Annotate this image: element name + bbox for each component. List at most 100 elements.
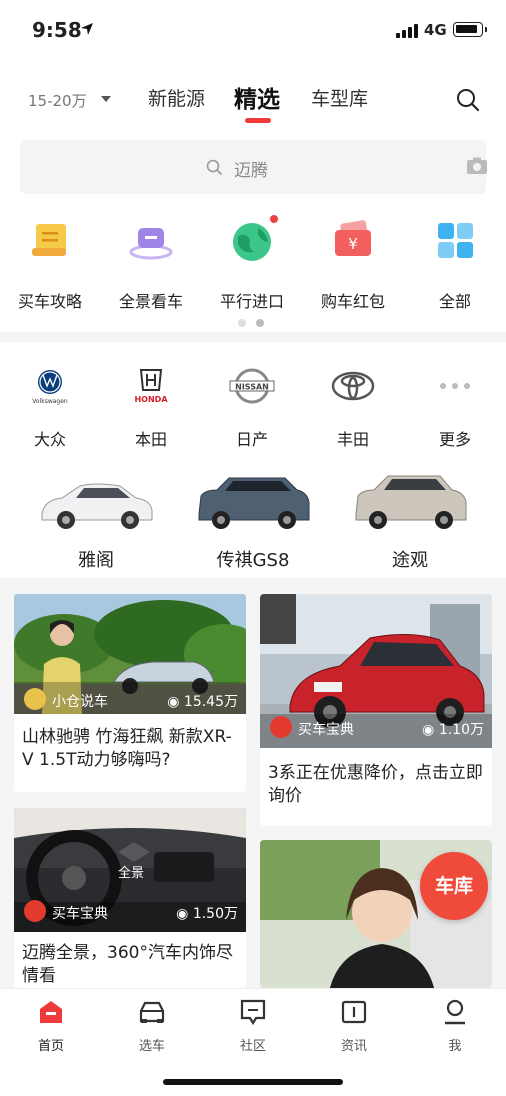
price-filter[interactable]: 15-20万 [28,90,87,111]
network-type: 4G [424,21,447,39]
panorama-badge: 全景 [110,862,150,892]
quick-entry-panorama[interactable]: 全景看车 [101,218,201,312]
tab-new-energy[interactable]: 新能源 [148,84,205,111]
tab-label: 首页 [37,1039,64,1054]
signal-icon [396,24,420,38]
caret-down-icon[interactable] [101,96,111,102]
page-indicator [238,312,274,331]
brand-more[interactable]: 更多 [405,366,505,450]
quick-entry-label: 买车攻略 [17,292,82,311]
car-image [173,470,333,534]
svg-text:HONDA: HONDA [134,395,168,404]
card-views-count: 15.45万 [183,694,238,710]
active-tab-indicator [245,118,271,123]
chat-bubble-icon [240,999,266,1026]
card-views: ◉ 15.45万 [167,691,238,711]
brand-label: 本田 [134,430,167,449]
location-arrow-icon [81,23,93,35]
tab-label: 选车 [138,1039,165,1054]
card-views: ◉ 1.10万 [422,719,484,739]
feed-card[interactable]: 小仓说车 ◉ 15.45万 山林驰骋 竹海狂飙 新款XR-V 1.5T动力够嗨吗… [14,594,246,792]
tab-featured[interactable]: 精选 [234,80,280,114]
tab-news[interactable]: 资讯 [319,997,389,1054]
user-icon [445,999,465,1025]
brand-label: 日产 [235,430,268,449]
search-icon [206,159,223,176]
more-dots-icon [405,366,505,406]
card-meta: 买车宝典 ◉ 1.50万 [14,896,246,926]
svg-text:¥: ¥ [348,235,358,253]
quick-entry-label: 平行进口 [219,292,284,311]
quick-entry-label: 全部 [438,292,471,311]
eye-icon: ◉ [176,906,193,922]
search-icon[interactable] [456,88,480,112]
tab-label: 社区 [239,1039,266,1054]
brand-label: 更多 [438,430,471,449]
car-label: 途观 [392,550,428,571]
brand-volkswagen[interactable]: Volkswagen 大众 [0,366,100,450]
news-icon [341,1000,367,1024]
search-bar[interactable]: 迈腾 [20,140,488,194]
garage-fab-button[interactable]: 车库 [420,852,488,920]
card-source: 小仓说车 [52,694,108,710]
guide-icon [28,218,72,262]
card-source: 买车宝典 [52,906,108,922]
quick-entry-guide[interactable]: 买车攻略 [0,218,100,312]
quick-entry-label: 全景看车 [118,292,183,311]
brand-toyota[interactable]: 丰田 [303,366,403,450]
tab-home[interactable]: 首页 [16,997,86,1054]
brand-nissan[interactable]: NISSAN 日产 [202,366,302,450]
svg-text:NISSAN: NISSAN [235,383,269,392]
tab-select-car[interactable]: 选车 [117,997,187,1054]
car-gs8[interactable]: 传祺GS8 [173,470,333,572]
globe-icon [230,215,278,262]
tab-label: 我 [448,1039,462,1054]
card-title: 山林驰骋 竹海狂飙 新款XR-V 1.5T动力够嗨吗? [22,727,232,770]
honda-logo-icon: HONDA [101,366,201,406]
status-bar: 9:58 4G [0,0,506,60]
car-accord[interactable]: 雅阁 [16,470,176,572]
car-image [16,470,176,534]
car-label: 传祺GS8 [216,550,290,571]
notification-dot [270,215,278,223]
brand-honda[interactable]: HONDA 本田 [101,366,201,450]
tab-model-library[interactable]: 车型库 [311,84,368,111]
quick-entry-red-envelope[interactable]: ¥ 购车红包 [303,218,403,312]
source-avatar [24,688,46,710]
car-label: 雅阁 [78,550,114,571]
feed-card[interactable]: 全景 买车宝典 ◉ 1.50万 迈腾全景，360°汽车内饰尽情看 [14,808,246,988]
eye-icon: ◉ [422,722,439,738]
card-title: 3系正在优惠降价，点击立即询价 [268,763,483,806]
tab-me[interactable]: 我 [420,997,490,1054]
grid-icon [433,218,477,262]
card-views: ◉ 1.50万 [176,903,238,923]
card-meta: 买车宝典 ◉ 1.10万 [260,712,492,742]
quick-entry-label: 购车红包 [320,292,385,311]
car-tiguan[interactable]: 途观 [330,470,490,572]
svg-text:Volkswagen: Volkswagen [32,398,68,405]
eye-icon: ◉ [167,694,184,710]
battery-icon [453,22,487,37]
toyota-logo-icon [303,366,403,406]
quick-entry-all[interactable]: 全部 [405,218,505,312]
search-placeholder: 迈腾 [234,161,268,181]
card-title: 迈腾全景，360°汽车内饰尽情看 [22,943,233,986]
home-indicator [163,1079,343,1085]
top-nav: 15-20万 新能源 精选 车型库 [0,70,506,126]
panorama-badge-label: 全景 [118,866,145,881]
camera-icon[interactable] [466,157,488,175]
red-envelope-icon: ¥ [331,218,375,262]
brand-label: 丰田 [336,430,369,449]
feed-card[interactable]: 买车宝典 ◉ 1.10万 3系正在优惠降价，点击立即询价 [260,594,492,826]
status-time: 9:58 [32,18,82,42]
source-avatar [270,716,292,738]
source-avatar [24,900,46,922]
quick-entry-parallel-import[interactable]: 平行进口 [202,215,302,312]
car-icon [139,1001,165,1023]
card-source: 买车宝典 [298,722,354,738]
tab-community[interactable]: 社区 [218,997,288,1054]
card-meta: 小仓说车 ◉ 15.45万 [14,684,246,714]
panorama-icon [129,218,173,262]
volkswagen-logo-icon: Volkswagen [0,366,100,406]
card-views-count: 1.50万 [192,906,238,922]
